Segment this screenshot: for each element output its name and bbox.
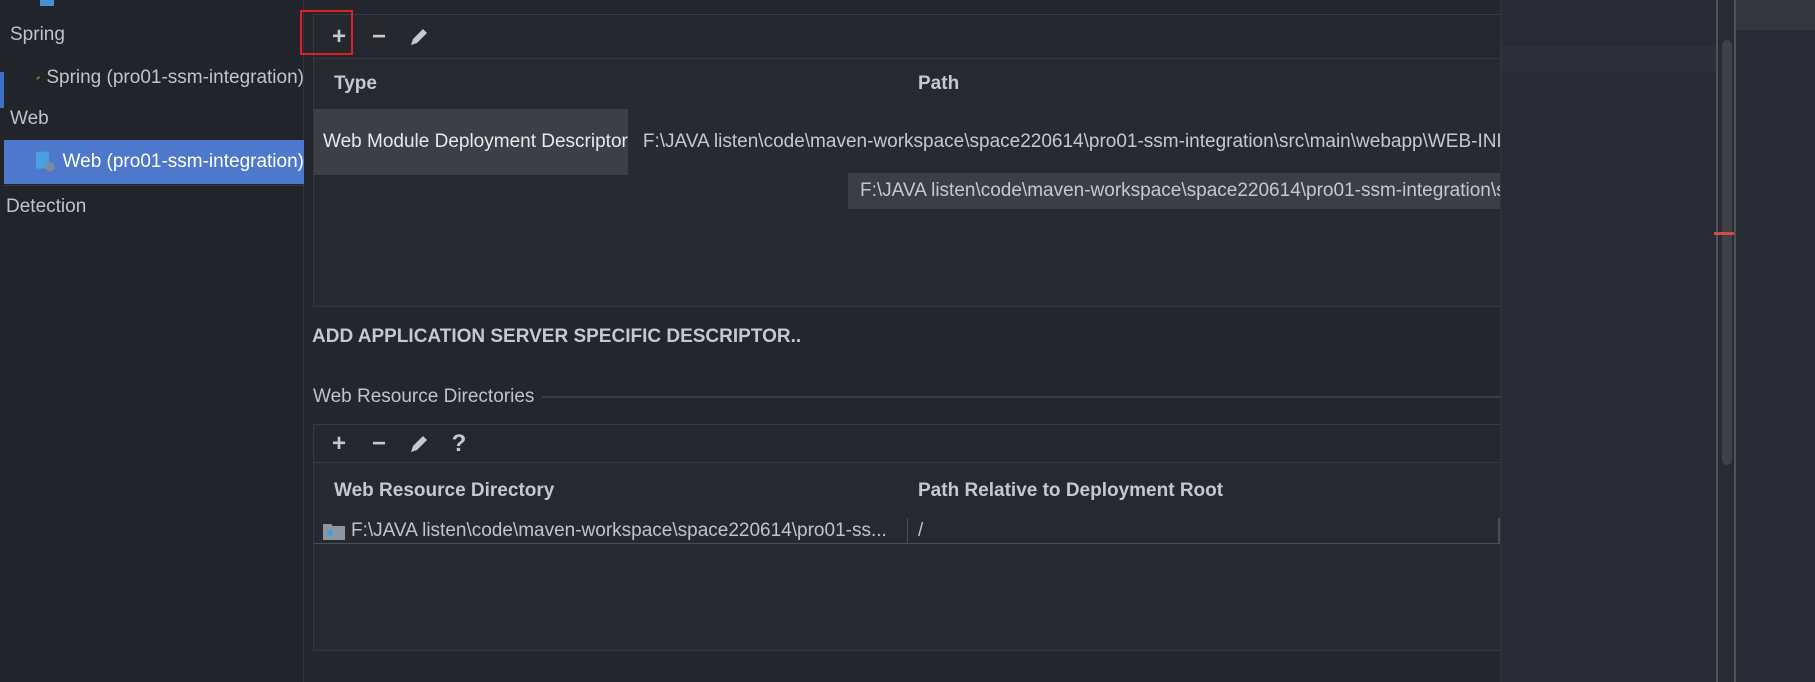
pencil-icon [411, 28, 427, 45]
web-facet-panel: + − Type Path Web Module Deployment Desc… [300, 0, 1500, 682]
directory-cell: F:\JAVA listen\code\maven-workspace\spac… [314, 518, 908, 543]
highlight-add-button [300, 10, 353, 55]
edit-button[interactable] [406, 24, 432, 50]
help-button[interactable]: ? [446, 430, 472, 457]
group-spring: Spring [10, 24, 65, 45]
editor-background [1500, 0, 1815, 682]
add-server-descriptor-button[interactable]: ADD APPLICATION SERVER SPECIFIC DESCRIPT… [312, 326, 801, 348]
section-title: Web Resource Directories [313, 386, 535, 407]
sidebar-item-label: Web (pro01-ssm-integration) [62, 151, 304, 172]
resources-toolbar: + − ? [314, 425, 1500, 463]
column-relative-path[interactable]: Path Relative to Deployment Root [908, 480, 1223, 502]
directory-path: F:\JAVA listen\code\maven-workspace\spac… [351, 519, 887, 541]
group-web: Web [10, 108, 49, 129]
resources-section-title: Web Resource Directories [313, 386, 1500, 408]
deployment-descriptors-table: + − Type Path Web Module Deployment Desc… [313, 14, 1500, 307]
table-header: Web Resource Directory Path Relative to … [314, 463, 1500, 518]
error-marker [1714, 232, 1734, 235]
column-type[interactable]: Type [314, 73, 908, 95]
relative-path: / [918, 519, 924, 541]
divider [542, 396, 1500, 398]
table-header: Type Path [314, 59, 1500, 109]
table-row[interactable]: F:\JAVA listen\code\maven-workspace\spac… [314, 518, 1500, 544]
sidebar-item-label: Spring (pro01-ssm-integration) [46, 67, 304, 88]
sidebar-item-web[interactable]: Web (pro01-ssm-integration) [4, 140, 304, 184]
gutter-line [1716, 0, 1718, 682]
folder-icon [323, 523, 345, 540]
add-button[interactable]: + [326, 430, 352, 457]
divider [4, 185, 304, 186]
descriptors-toolbar: + − [314, 15, 1500, 59]
column-directory[interactable]: Web Resource Directory [314, 480, 908, 502]
remove-button[interactable]: − [366, 430, 392, 457]
pencil-icon [411, 435, 427, 452]
column-path[interactable]: Path [908, 73, 959, 95]
sidebar-item-spring[interactable]: Spring (pro01-ssm-integration) [4, 56, 304, 100]
scrollbar-thumb[interactable] [1722, 40, 1732, 465]
minimap-border [1734, 0, 1736, 682]
edit-button[interactable] [406, 431, 432, 457]
spring-leaf-icon [36, 76, 40, 80]
descriptor-type: Web Module Deployment Descriptor [314, 109, 629, 175]
group-detection: Detection [6, 196, 87, 217]
table-row[interactable]: Web Module Deployment Descriptor F:\JAVA… [314, 109, 1500, 175]
editor-line-highlight [1501, 46, 1716, 72]
web-module-icon [36, 151, 55, 172]
remove-button[interactable]: − [366, 23, 392, 50]
descriptor-path: F:\JAVA listen\code\maven-workspace\spac… [628, 109, 1500, 175]
web-resource-directories-table: + − ? Web Resource Directory Path Relati… [313, 424, 1500, 651]
minimap[interactable] [1736, 0, 1815, 30]
sidebar: Spring Spring (pro01-ssm-integration) We… [0, 0, 304, 682]
module-icon [40, 0, 54, 6]
